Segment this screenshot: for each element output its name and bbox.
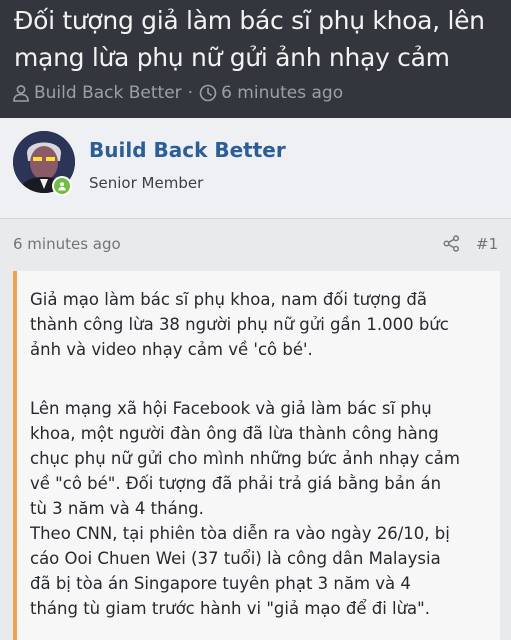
thread-header: Đối tượng giả làm bác sĩ phụ khoa, lên m… bbox=[0, 0, 511, 118]
post-paragraph: Giả mạo làm bác sĩ phụ khoa, nam đối tượ… bbox=[30, 290, 449, 359]
online-badge-icon bbox=[52, 176, 72, 196]
post-username-link[interactable]: Build Back Better bbox=[89, 136, 286, 164]
meta-separator: · bbox=[187, 83, 194, 103]
thread-meta: Build Back Better · 6 minutes ago bbox=[12, 81, 343, 105]
share-icon[interactable] bbox=[443, 235, 460, 256]
post-content: Giả mạo làm bác sĩ phụ khoa, nam đối tượ… bbox=[13, 271, 500, 640]
thread-time-link[interactable]: 6 minutes ago bbox=[221, 81, 343, 105]
post-number-link[interactable]: #1 bbox=[476, 234, 498, 254]
post-time-link[interactable]: 6 minutes ago bbox=[13, 234, 121, 254]
user-title: Senior Member bbox=[89, 174, 204, 192]
post-paragraph: Lên mạng xã hội Facebook và giả làm bác … bbox=[30, 399, 460, 618]
thread-author-link[interactable]: Build Back Better bbox=[34, 81, 182, 105]
clock-icon bbox=[199, 84, 217, 102]
user-icon bbox=[12, 84, 30, 102]
thread-title: Đối tượng giả làm bác sĩ phụ khoa, lên m… bbox=[14, 6, 485, 72]
post-meta-bar: 6 minutes ago #1 bbox=[0, 219, 511, 269]
post-user-bar: Build Back Better Senior Member bbox=[0, 118, 511, 219]
